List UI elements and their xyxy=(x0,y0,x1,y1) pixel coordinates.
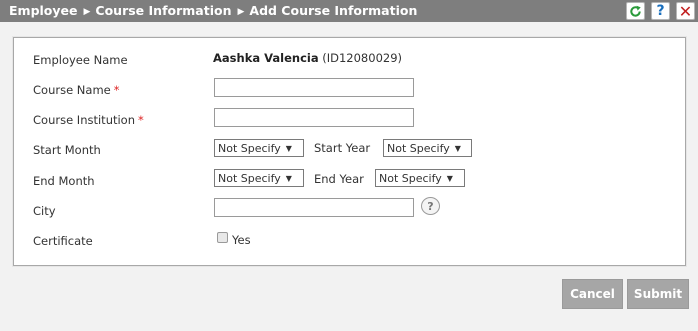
course-name-label: Course Name * xyxy=(33,83,120,97)
cancel-button[interactable]: Cancel xyxy=(562,279,623,309)
close-icon: ✕ xyxy=(678,1,693,21)
title-bar: Employee ▶ Course Information ▶ Add Course I… xyxy=(0,0,698,22)
city-input[interactable] xyxy=(214,198,414,217)
required-marker: * xyxy=(138,113,144,127)
city-help-icon[interactable]: ? xyxy=(421,197,440,215)
course-form-panel: Employee Name Aashka Valencia (ID1208002… xyxy=(13,37,686,266)
breadcrumb-separator-icon: ▶ xyxy=(83,7,91,17)
certificate-option-label: Yes xyxy=(232,233,251,247)
end-year-select[interactable]: Not Specify ▼ xyxy=(375,169,465,187)
certificate-checkbox[interactable] xyxy=(217,232,228,243)
employee-name-value: Aashka Valencia (ID12080029) xyxy=(213,51,402,65)
breadcrumb-course-information[interactable]: Course Information xyxy=(95,3,231,18)
dropdown-arrow-icon: ▼ xyxy=(446,173,453,183)
refresh-button[interactable] xyxy=(626,2,645,20)
submit-button[interactable]: Submit xyxy=(627,279,689,309)
end-year-label: End Year xyxy=(314,172,364,186)
course-name-input[interactable] xyxy=(214,78,414,97)
required-marker: * xyxy=(113,83,120,97)
start-month-select[interactable]: Not Specify ▼ xyxy=(214,139,304,157)
start-year-label: Start Year xyxy=(314,141,371,155)
dropdown-arrow-icon: ▼ xyxy=(285,143,292,153)
end-month-select[interactable]: Not Specify ▼ xyxy=(214,169,304,187)
dropdown-arrow-icon: ▼ xyxy=(454,143,461,153)
certificate-label: Certificate xyxy=(33,234,93,248)
help-icon: ? xyxy=(656,3,665,19)
breadcrumb-separator-icon: ▶ xyxy=(237,7,245,17)
breadcrumb: Employee ▶ Course Information ▶ Add Course I… xyxy=(9,3,417,18)
employee-id: (ID12080029) xyxy=(322,51,403,65)
end-month-label: End Month xyxy=(33,174,95,188)
start-year-select[interactable]: Not Specify ▼ xyxy=(383,139,472,157)
employee-name: Aashka Valencia xyxy=(213,51,319,65)
course-institution-input[interactable] xyxy=(214,108,414,127)
course-institution-label: Course Institution * xyxy=(33,113,144,127)
city-label: City xyxy=(33,204,56,218)
help-button[interactable]: ? xyxy=(651,2,670,20)
refresh-icon xyxy=(630,5,641,17)
dropdown-arrow-icon: ▼ xyxy=(285,173,292,183)
breadcrumb-add-course-information: Add Course Information xyxy=(249,3,418,18)
breadcrumb-employee[interactable]: Employee xyxy=(9,3,78,18)
employee-name-label: Employee Name xyxy=(33,53,128,67)
start-month-label: Start Month xyxy=(33,143,101,157)
close-button[interactable]: ✕ xyxy=(676,1,695,21)
